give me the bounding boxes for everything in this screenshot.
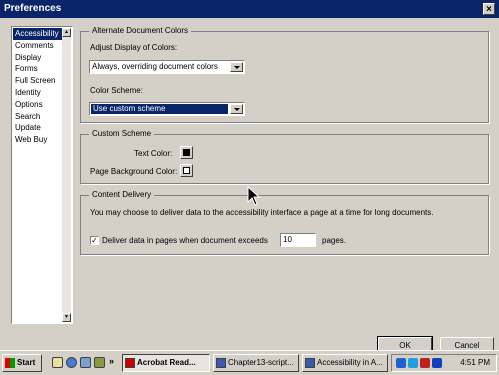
category-list[interactable]: Accessibility Comments Display Forms Full Sc… bbox=[11, 26, 73, 324]
scroll-down-button[interactable]: ▼ bbox=[62, 313, 71, 322]
task-chapter13[interactable]: Chapter13-script... bbox=[213, 354, 299, 372]
tray-network-icon[interactable] bbox=[408, 358, 418, 368]
scroll-up-button[interactable]: ▲ bbox=[62, 28, 71, 37]
system-tray: 4:51 PM bbox=[391, 354, 497, 372]
windows-logo-icon bbox=[5, 358, 15, 368]
text-color-label: Text Color: bbox=[134, 149, 173, 158]
window-title: Preferences bbox=[4, 3, 62, 14]
adjust-colors-value: Always, overriding document colors bbox=[92, 62, 218, 71]
word-document-icon bbox=[216, 358, 226, 368]
category-item[interactable]: Web Buy bbox=[13, 134, 63, 146]
color-scheme-label: Color Scheme: bbox=[90, 86, 143, 95]
adjust-colors-dropdown[interactable]: Always, overriding document colors bbox=[89, 60, 245, 74]
word-document-icon bbox=[305, 358, 315, 368]
category-item[interactable]: Search bbox=[13, 111, 63, 123]
chevron-down-icon[interactable] bbox=[230, 104, 243, 114]
taskbar: Start » Acrobat Read... Chapter13-script… bbox=[0, 350, 499, 375]
quick-launch-icon[interactable] bbox=[94, 357, 105, 368]
text-color-button[interactable] bbox=[180, 146, 193, 159]
category-scrollbar[interactable]: ▲ ▼ bbox=[62, 28, 71, 322]
tray-app-icon[interactable] bbox=[396, 358, 406, 368]
page-threshold-value: 10 bbox=[283, 235, 292, 244]
scroll-down-arrow-icon: ▼ bbox=[64, 314, 69, 320]
deliver-pages-checkbox[interactable]: ✓ bbox=[90, 236, 99, 245]
internet-explorer-icon[interactable] bbox=[66, 357, 77, 368]
task-accessibility[interactable]: Accessibility in A... bbox=[302, 354, 388, 372]
task-label: Accessibility in A... bbox=[317, 358, 383, 367]
close-icon: × bbox=[486, 4, 492, 15]
category-item[interactable]: Display bbox=[13, 52, 63, 64]
text-color-swatch bbox=[183, 149, 190, 156]
outlook-icon[interactable] bbox=[80, 357, 91, 368]
category-item[interactable]: Identity bbox=[13, 87, 63, 99]
category-item[interactable]: Options bbox=[13, 99, 63, 111]
content-delivery-title: Content Delivery bbox=[89, 190, 155, 199]
start-label: Start bbox=[17, 358, 36, 367]
ok-button-label: OK bbox=[399, 341, 411, 350]
desktop-icon[interactable] bbox=[52, 357, 63, 368]
custom-scheme-title: Custom Scheme bbox=[89, 129, 155, 138]
tray-volume-icon[interactable] bbox=[420, 358, 430, 368]
page-threshold-input[interactable]: 10 bbox=[280, 233, 316, 247]
color-scheme-value: Use custom scheme bbox=[91, 104, 228, 114]
close-button[interactable]: × bbox=[483, 3, 495, 15]
task-acrobat[interactable]: Acrobat Read... bbox=[122, 354, 210, 372]
task-label: Acrobat Read... bbox=[137, 358, 196, 367]
page-bg-color-swatch bbox=[183, 167, 190, 174]
category-item[interactable]: Forms bbox=[13, 63, 63, 75]
category-item[interactable]: Update bbox=[13, 122, 63, 134]
chevron-down-icon[interactable] bbox=[230, 62, 243, 72]
custom-scheme-group: Custom Scheme bbox=[80, 129, 489, 184]
acrobat-icon bbox=[125, 358, 135, 368]
check-icon: ✓ bbox=[91, 236, 98, 245]
title-bar: Preferences × bbox=[0, 0, 499, 18]
tray-monitor-icon[interactable] bbox=[432, 358, 442, 368]
start-button[interactable]: Start bbox=[2, 354, 42, 372]
deliver-pages-label: Deliver data in pages when document exce… bbox=[102, 236, 268, 245]
category-item[interactable]: Comments bbox=[13, 40, 63, 52]
alternate-colors-title: Alternate Document Colors bbox=[89, 26, 192, 35]
scroll-up-arrow-icon: ▲ bbox=[64, 29, 69, 35]
mouse-pointer-icon bbox=[247, 186, 261, 206]
task-label: Chapter13-script... bbox=[228, 358, 294, 367]
adjust-colors-label: Adjust Display of Colors: bbox=[90, 43, 178, 52]
content-delivery-description: You may choose to deliver data to the ac… bbox=[90, 208, 434, 217]
taskbar-clock: 4:51 PM bbox=[460, 358, 490, 367]
cancel-button-label: Cancel bbox=[454, 341, 480, 350]
page-bg-color-button[interactable] bbox=[180, 164, 193, 177]
quick-launch-overflow-icon[interactable]: » bbox=[109, 356, 114, 366]
pages-suffix-label: pages. bbox=[322, 236, 347, 245]
category-item[interactable]: Accessibility bbox=[13, 28, 63, 40]
color-scheme-dropdown[interactable]: Use custom scheme bbox=[89, 102, 245, 116]
category-list-items: Accessibility Comments Display Forms Full Sc… bbox=[13, 28, 63, 146]
page-bg-color-label: Page Background Color: bbox=[90, 167, 178, 176]
category-item[interactable]: Full Screen bbox=[13, 75, 63, 87]
